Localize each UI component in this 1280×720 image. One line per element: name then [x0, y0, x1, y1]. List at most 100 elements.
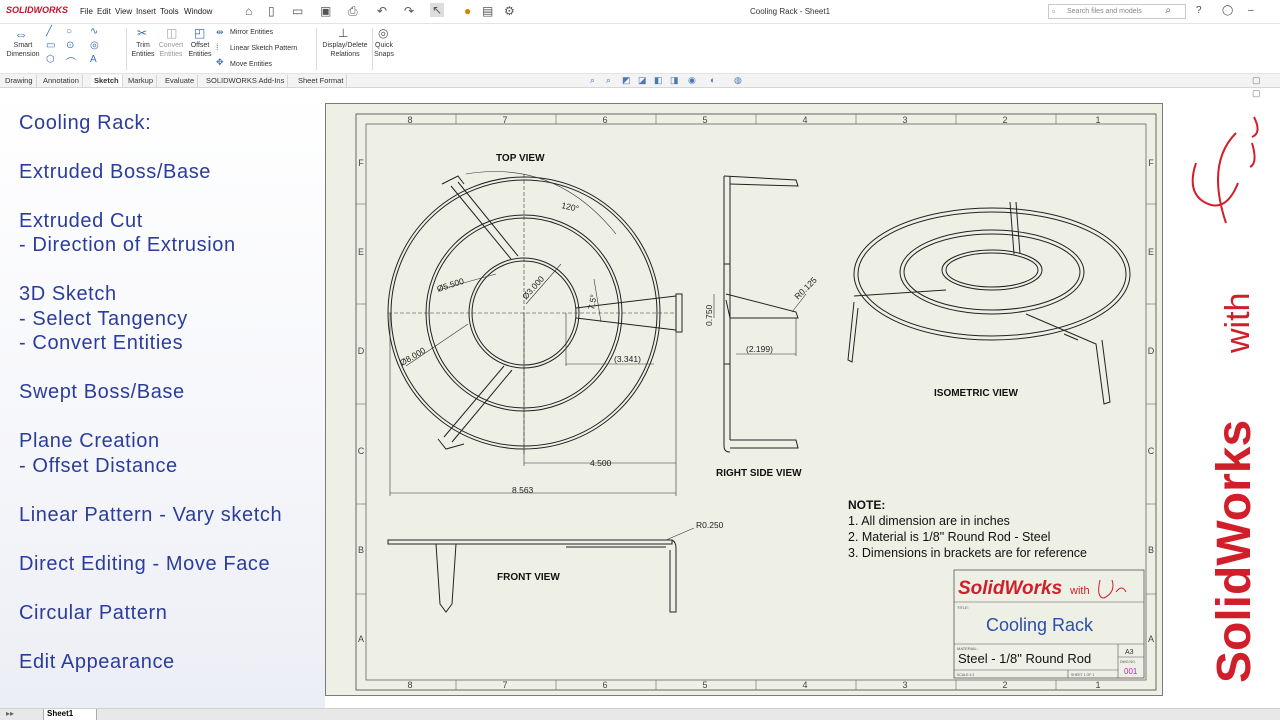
- ellipse-icon[interactable]: ◎: [90, 40, 99, 51]
- open-folder-icon[interactable]: ▭: [292, 4, 303, 18]
- help-icon[interactable]: ?: [1196, 5, 1202, 16]
- print-icon[interactable]: ⎙: [348, 4, 358, 19]
- mirror-entities-button[interactable]: Mirror Entities: [230, 28, 273, 37]
- zone-row-label: E: [358, 247, 364, 257]
- tab-drawing[interactable]: Drawing: [2, 75, 37, 87]
- select-cursor-icon[interactable]: ↖: [430, 3, 445, 17]
- restore-panel-icon[interactable]: ▢: [1252, 75, 1261, 86]
- dim-8563: 8.563: [512, 485, 534, 495]
- search-box[interactable]: ▫ Search files and models ⌕: [1048, 4, 1186, 19]
- tab-sheet-format[interactable]: Sheet Format: [295, 75, 348, 87]
- sheet-tab[interactable]: Sheet1: [43, 709, 97, 720]
- dim-ref-3341: (3.341): [614, 354, 641, 364]
- line-icon[interactable]: ╱: [46, 26, 52, 37]
- smart-dimension-icon: ⇔: [14, 26, 28, 42]
- menu-window[interactable]: Window: [184, 7, 212, 16]
- save-icon[interactable]: ▣: [320, 4, 331, 18]
- tab-evaluate[interactable]: Evaluate: [162, 75, 199, 87]
- drawing-sheet[interactable]: 8 7 6 5 4 3 2 1 8 7 6 5 4 3 2 1 F E D C: [325, 103, 1163, 696]
- spline-icon[interactable]: ∿: [90, 26, 98, 37]
- zone-col-label: 2: [1002, 680, 1007, 690]
- search-icon[interactable]: ⌕: [1165, 5, 1171, 16]
- rectangle-icon[interactable]: ▭: [46, 40, 55, 51]
- menu-file[interactable]: File: [80, 7, 93, 16]
- relations-icon: ⊥: [338, 26, 349, 40]
- trim-entities-button[interactable]: Trim Entities: [128, 41, 158, 59]
- branding-svg: SolidWorks with: [1191, 116, 1261, 683]
- display-style-icon[interactable]: ◨: [670, 75, 679, 86]
- feature-list-panel: Cooling Rack: Extruded Boss/Base Extrude…: [0, 88, 325, 710]
- tab-sketch[interactable]: Sketch: [91, 75, 123, 87]
- minimize-icon[interactable]: –: [1248, 5, 1254, 16]
- dim-ref-2199: (2.199): [746, 344, 773, 354]
- menu-view[interactable]: View: [115, 7, 132, 16]
- zone-col-label: 6: [602, 115, 607, 125]
- scale-value: SCALE:1:2: [957, 673, 974, 677]
- circle-icon[interactable]: ○: [66, 26, 72, 37]
- linear-sketch-pattern-button[interactable]: Linear Sketch Pattern: [230, 44, 297, 53]
- home-icon[interactable]: ⌂: [245, 4, 252, 18]
- front-view-label: FRONT VIEW: [497, 572, 560, 583]
- hide-show-icon[interactable]: ◉: [688, 75, 696, 86]
- document-title: Cooling Rack - Sheet1: [750, 7, 831, 16]
- view-orientation-icon[interactable]: ◧: [654, 75, 663, 86]
- tab-annotation[interactable]: Annotation: [40, 75, 83, 87]
- smart-dimension-button[interactable]: Smart Dimension: [4, 41, 42, 59]
- zone-row-label: E: [1148, 247, 1154, 257]
- gear-icon[interactable]: ⚙: [504, 4, 515, 18]
- display-settings-icon[interactable]: ◍: [734, 75, 742, 86]
- title-block-logo-with: with: [1069, 585, 1090, 597]
- menu-insert[interactable]: Insert: [136, 7, 156, 16]
- search-placeholder: Search files and models: [1067, 8, 1142, 15]
- move-icon: ✥: [216, 57, 224, 67]
- fillet-icon[interactable]: ⌒: [66, 54, 76, 69]
- zone-row-label: A: [358, 634, 364, 644]
- zone-col-label: 3: [902, 680, 907, 690]
- mirror-icon: ⇹: [216, 27, 224, 37]
- note-line: 3. Dimensions in brackets are for refere…: [848, 546, 1087, 560]
- drawing-title: Cooling Rack: [986, 615, 1094, 635]
- tab-solidworks-add-ins[interactable]: SOLIDWORKS Add-Ins: [203, 75, 289, 87]
- tab-markup[interactable]: Markup: [125, 75, 158, 87]
- display-delete-relations-button[interactable]: Display/Delete Relations: [318, 41, 372, 59]
- feature-item: Edit Appearance: [19, 651, 175, 673]
- tab-nav-icon[interactable]: ▸▸: [6, 709, 14, 718]
- drawing-canvas: 8 7 6 5 4 3 2 1 8 7 6 5 4 3 2 1 F E D C: [355, 113, 1157, 691]
- zone-col-label: 8: [407, 680, 412, 690]
- text-tool-icon[interactable]: A: [90, 54, 97, 65]
- zoom-to-area-icon[interactable]: ⌕: [606, 75, 611, 86]
- menu-edit[interactable]: Edit: [97, 7, 111, 16]
- section-view-icon[interactable]: ◪: [638, 75, 647, 86]
- title-bar: SOLIDWORKS File Edit View Insert Tools W…: [0, 0, 1280, 24]
- redo-icon[interactable]: ↷: [404, 4, 414, 18]
- branding-main: SolidWorks: [1208, 420, 1261, 683]
- feature-item: Circular Pattern: [19, 602, 168, 624]
- user-icon[interactable]: ◯: [1222, 5, 1233, 16]
- collapse-panel-icon[interactable]: ▢: [1252, 88, 1261, 99]
- sheet-tab-bar: ▸▸ Sheet1: [0, 708, 1280, 720]
- slot-icon[interactable]: ⊙: [66, 40, 74, 51]
- title-block-logo: SolidWorks: [958, 578, 1062, 599]
- dim-4500: 4.500: [590, 458, 612, 468]
- quick-snaps-button[interactable]: Quick Snaps: [372, 41, 396, 59]
- zoom-to-fit-icon[interactable]: ⌕: [590, 75, 595, 86]
- move-entities-button[interactable]: Move Entities: [230, 60, 272, 69]
- offset-entities-button[interactable]: Offset Entities: [184, 41, 216, 59]
- convert-entities-button[interactable]: Convert Entities: [156, 41, 186, 59]
- new-file-icon[interactable]: ▯: [268, 4, 275, 18]
- menu-tools[interactable]: Tools: [160, 7, 179, 16]
- options-icon[interactable]: ▤: [482, 4, 493, 18]
- edit-appearance-icon[interactable]: ◐: [710, 75, 715, 85]
- offset-entities-icon: ◰: [194, 26, 206, 40]
- branding-with: with: [1219, 293, 1257, 354]
- zone-row-label: C: [358, 446, 365, 456]
- undo-icon[interactable]: ↶: [377, 4, 387, 18]
- note-title: NOTE:: [848, 498, 885, 512]
- solidworks-window: SOLIDWORKS File Edit View Insert Tools W…: [0, 0, 1280, 720]
- feature-heading: Cooling Rack:: [19, 112, 152, 134]
- isometric-view-label: ISOMETRIC VIEW: [934, 388, 1018, 399]
- sheet-count: SHEET 1 OF 1: [1071, 673, 1094, 677]
- previous-view-icon[interactable]: ◩: [622, 75, 631, 86]
- traffic-light-icon[interactable]: ●: [464, 4, 471, 18]
- polygon-icon[interactable]: ⬡: [46, 54, 55, 65]
